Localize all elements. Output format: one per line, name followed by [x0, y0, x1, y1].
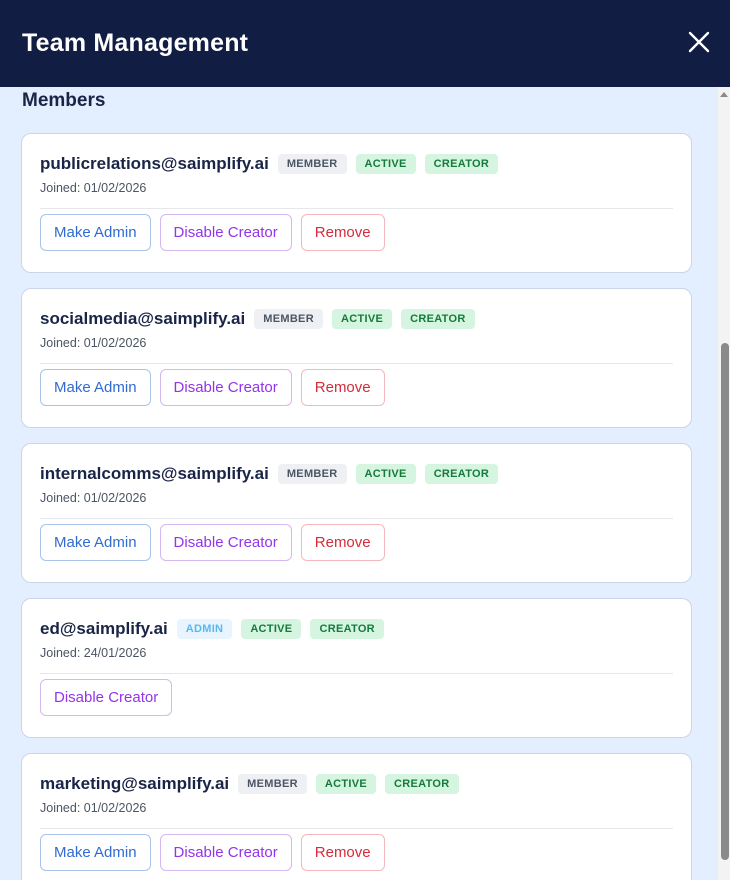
active-badge: ACTIVE: [355, 154, 416, 174]
active-badge: ACTIVE: [331, 309, 393, 329]
member-card: marketing@saimplify.ai MEMBER ACTIVE CREATO…: [21, 753, 692, 880]
scrollbar-thumb[interactable]: [721, 343, 729, 860]
member-badge: MEMBER: [277, 464, 347, 484]
member-email: internalcomms@saimplify.ai: [40, 464, 269, 483]
member-badge: MEMBER: [238, 774, 307, 794]
close-icon: [688, 31, 710, 52]
member-card-header: socialmedia@saimplify.ai MEMBER ACTIVE CREA…: [40, 289, 673, 329]
creator-badge: CREATOR: [310, 619, 384, 639]
disable-creator-button[interactable]: Disable Creator: [159, 369, 292, 406]
member-actions: Make Admin Disable Creator Remove: [40, 834, 673, 871]
member-card: publicrelations@saimplify.ai MEMBER ACTIVE…: [21, 133, 692, 273]
card-divider: [40, 518, 673, 519]
card-divider: [40, 828, 673, 829]
member-actions: Make Admin Disable Creator Remove: [40, 214, 673, 251]
creator-badge: CREATOR: [424, 464, 499, 484]
make-admin-button[interactable]: Make Admin: [40, 524, 151, 561]
disable-creator-button[interactable]: Disable Creator: [40, 679, 173, 716]
member-email: ed@saimplify.ai: [40, 619, 168, 638]
scrollbar[interactable]: [718, 87, 730, 880]
make-admin-button[interactable]: Make Admin: [40, 369, 151, 406]
remove-member-button[interactable]: Remove: [300, 834, 385, 871]
member-card: internalcomms@saimplify.ai MEMBER ACTIVE CR…: [21, 443, 692, 583]
joined-date: Joined: 01/02/2026: [40, 336, 147, 350]
creator-badge: CREATOR: [424, 154, 499, 174]
member-email: socialmedia@saimplify.ai: [40, 309, 246, 328]
creator-badge: CREATOR: [385, 774, 459, 794]
member-email: marketing@saimplify.ai: [40, 774, 230, 793]
scroll-up-arrow-icon[interactable]: [720, 92, 728, 97]
member-badge: MEMBER: [254, 309, 323, 329]
disable-creator-button[interactable]: Disable Creator: [159, 834, 292, 871]
make-admin-button[interactable]: Make Admin: [40, 834, 151, 871]
remove-member-button[interactable]: Remove: [300, 214, 385, 251]
member-actions: Make Admin Disable Creator Remove: [40, 369, 673, 406]
member-card-header: publicrelations@saimplify.ai MEMBER ACTIVE…: [40, 134, 673, 174]
joined-date: Joined: 01/02/2026: [40, 181, 147, 195]
modal-title: Team Management: [22, 29, 249, 57]
member-list: publicrelations@saimplify.ai MEMBER ACTIVE…: [21, 133, 692, 880]
creator-badge: CREATOR: [401, 309, 475, 329]
admin-badge: ADMIN: [176, 619, 233, 639]
member-card: ed@saimplify.ai ADMIN ACTIVE CREATOR Joined:…: [21, 598, 692, 738]
member-card-header: ed@saimplify.ai ADMIN ACTIVE CREATOR: [40, 599, 673, 639]
make-admin-button[interactable]: Make Admin: [40, 214, 151, 251]
member-actions: Disable Creator: [40, 679, 673, 716]
member-badge: MEMBER: [277, 154, 347, 174]
close-button[interactable]: [684, 27, 714, 57]
member-card: socialmedia@saimplify.ai MEMBER ACTIVE CREA…: [21, 288, 692, 428]
disable-creator-button[interactable]: Disable Creator: [159, 524, 292, 561]
team-management-modal: Team Management Members publicrelations@…: [0, 0, 730, 880]
joined-date: Joined: 01/02/2026: [40, 491, 147, 505]
remove-member-button[interactable]: Remove: [300, 369, 385, 406]
member-email: publicrelations@saimplify.ai: [40, 154, 269, 173]
members-heading: Members: [22, 90, 106, 111]
member-card-header: internalcomms@saimplify.ai MEMBER ACTIVE CR…: [40, 444, 673, 484]
card-divider: [40, 673, 673, 674]
member-actions: Make Admin Disable Creator Remove: [40, 524, 673, 561]
active-badge: ACTIVE: [315, 774, 377, 794]
active-badge: ACTIVE: [355, 464, 416, 484]
joined-date: Joined: 24/01/2026: [40, 646, 147, 660]
member-card-header: marketing@saimplify.ai MEMBER ACTIVE CREATO…: [40, 754, 673, 794]
joined-date: Joined: 01/02/2026: [40, 801, 147, 815]
card-divider: [40, 208, 673, 209]
modal-header: Team Management: [0, 0, 730, 87]
modal-body: Members publicrelations@saimplify.ai MEMB…: [0, 87, 718, 880]
disable-creator-button[interactable]: Disable Creator: [159, 214, 292, 251]
card-divider: [40, 363, 673, 364]
active-badge: ACTIVE: [241, 619, 302, 639]
remove-member-button[interactable]: Remove: [300, 524, 385, 561]
